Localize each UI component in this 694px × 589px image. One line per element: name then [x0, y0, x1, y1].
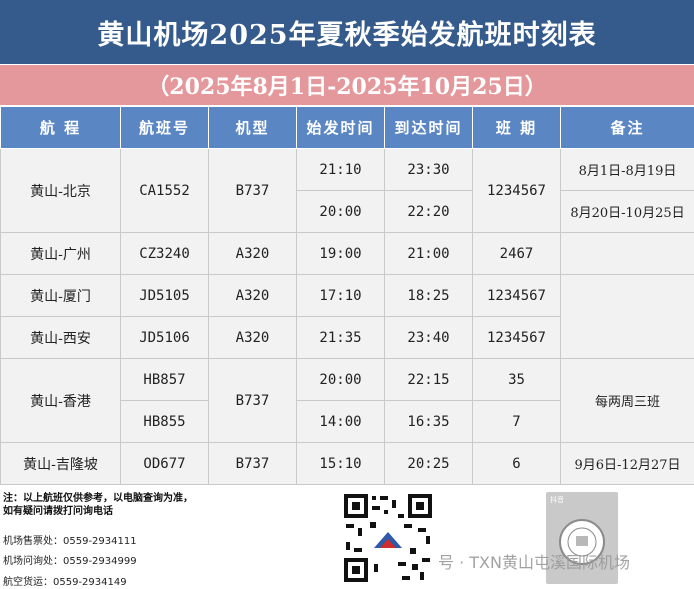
remark-cell: 8月1日-8月19日 [560, 148, 694, 191]
flight-number-cell: HB855 [120, 400, 209, 443]
contact-phone: 0559-2934999 [63, 556, 137, 567]
contact-cargo: 航空货运：0559-2934149 [3, 573, 127, 588]
days-cell: 2467 [472, 232, 561, 275]
header-schedule-days: 班 期 [472, 106, 561, 149]
arrival-cell: 23:30 [384, 148, 473, 191]
header-route: 航 程 [0, 106, 121, 149]
days-cell: 1234567 [472, 148, 561, 233]
flight-number-cell: CA1552 [120, 148, 209, 233]
remark-cell [560, 274, 694, 359]
flight-number-cell: OD677 [120, 442, 209, 485]
days-cell: 6 [472, 442, 561, 485]
arrival-cell: 22:15 [384, 358, 473, 401]
aircraft-cell: A320 [208, 232, 297, 275]
flight-number-cell: JD5105 [120, 274, 209, 317]
route-cell: 黄山-吉隆坡 [0, 442, 121, 485]
arrival-cell: 18:25 [384, 274, 473, 317]
disclaimer-note: 注：以上航班仅供参考，以电脑查询为准， 如有疑问请拨打问询电话 [3, 492, 323, 518]
disclaimer-line: 注：以上航班仅供参考，以电脑查询为准， [3, 493, 193, 504]
departure-cell: 20:00 [296, 190, 385, 233]
departure-cell: 20:00 [296, 358, 385, 401]
table-row: 黄山-吉隆坡 OD677 B737 15:10 20:25 6 9月6日-12月… [0, 442, 694, 485]
flight-number-cell: HB857 [120, 358, 209, 401]
contact-label: 机场售票处： [3, 536, 63, 547]
contact-phone: 0559-2934111 [63, 536, 137, 547]
route-cell: 黄山-西安 [0, 316, 121, 359]
arrival-cell: 23:40 [384, 316, 473, 359]
departure-cell: 17:10 [296, 274, 385, 317]
days-cell: 1234567 [472, 316, 561, 359]
departure-cell: 15:10 [296, 442, 385, 485]
departure-cell: 19:00 [296, 232, 385, 275]
arrival-cell: 20:25 [384, 442, 473, 485]
table-row: 黄山-广州 CZ3240 A320 19:00 21:00 2467 [0, 232, 694, 275]
route-cell: 黄山-广州 [0, 232, 121, 275]
remark-cell: 9月6日-12月27日 [560, 442, 694, 485]
table-header-row: 航 程 航班号 机型 始发时间 到达时间 班 期 备注 [0, 106, 694, 149]
contact-phone: 0559-2934149 [53, 577, 127, 588]
qr-code-icon [342, 492, 434, 584]
departure-cell: 21:35 [296, 316, 385, 359]
disclaimer-line: 如有疑问请拨打问询电话 [3, 506, 113, 517]
days-cell: 1234567 [472, 274, 561, 317]
aircraft-cell: B737 [208, 148, 297, 233]
aircraft-cell: A320 [208, 316, 297, 359]
page-title: 黄山机场2025年夏秋季始发航班时刻表 [0, 0, 694, 64]
flight-schedule-table: 航 程 航班号 机型 始发时间 到达时间 班 期 备注 黄山-北京 CA1552… [0, 106, 694, 485]
aircraft-cell: B737 [208, 358, 297, 443]
route-cell: 黄山-厦门 [0, 274, 121, 317]
days-cell: 7 [472, 400, 561, 443]
departure-cell: 21:10 [296, 148, 385, 191]
remark-cell: 每两周三班 [560, 358, 694, 443]
header-aircraft: 机型 [208, 106, 297, 149]
footer: 注：以上航班仅供参考，以电脑查询为准， 如有疑问请拨打问询电话 机场售票处：05… [0, 486, 694, 589]
route-cell: 黄山-香港 [0, 358, 121, 443]
header-remarks: 备注 [560, 106, 694, 149]
table-row: 黄山-厦门 JD5105 A320 17:10 18:25 1234567 [0, 274, 694, 359]
departure-cell: 14:00 [296, 400, 385, 443]
flight-number-cell: JD5106 [120, 316, 209, 359]
contact-inquiry: 机场问询处：0559-2934999 [3, 552, 137, 567]
tiktok-label: 抖音 [550, 496, 564, 504]
contact-ticket-office: 机场售票处：0559-2934111 [3, 532, 137, 547]
contact-label: 机场问询处： [3, 556, 63, 567]
flight-number-cell: CZ3240 [120, 232, 209, 275]
table-row: 黄山-北京 CA1552 B737 21:10 23:30 1234567 8月… [0, 148, 694, 233]
route-cell: 黄山-北京 [0, 148, 121, 233]
watermark: 号 · TXN黄山屯溪国际机场 [438, 553, 630, 572]
contact-label: 航空货运： [3, 577, 53, 588]
aircraft-cell: A320 [208, 274, 297, 317]
remark-cell: 8月20日-10月25日 [560, 190, 694, 233]
header-departure-time: 始发时间 [296, 106, 385, 149]
aircraft-cell: B737 [208, 442, 297, 485]
arrival-cell: 21:00 [384, 232, 473, 275]
header-flight-number: 航班号 [120, 106, 209, 149]
days-cell: 35 [472, 358, 561, 401]
date-range: （2025年8月1日-2025年10月25日） [0, 64, 694, 106]
arrival-cell: 22:20 [384, 190, 473, 233]
table-row: 黄山-香港 HB857 B737 20:00 22:15 35 每两周三班 [0, 358, 694, 443]
arrival-cell: 16:35 [384, 400, 473, 443]
remark-cell [560, 232, 694, 275]
header-arrival-time: 到达时间 [384, 106, 473, 149]
